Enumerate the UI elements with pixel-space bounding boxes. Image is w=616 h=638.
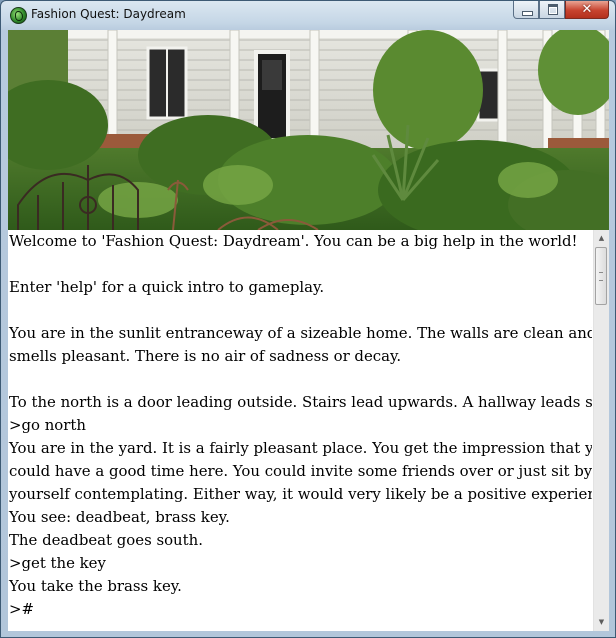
- output-line: You are in the sunlit entranceway of a s…: [9, 324, 592, 342]
- window-title: Fashion Quest: Daydream: [31, 7, 186, 21]
- game-client-area: Welcome to 'Fashion Quest: Daydream'. Yo…: [8, 30, 609, 631]
- window-controls: ✕: [513, 1, 609, 21]
- scrollbar-thumb[interactable]: [595, 247, 607, 305]
- close-button[interactable]: ✕: [565, 1, 609, 19]
- output-line: Enter 'help' for a quick intro to gamepl…: [9, 278, 325, 296]
- minimize-button[interactable]: [513, 1, 539, 19]
- output-line: yourself contemplating. Either way, it w…: [9, 485, 592, 503]
- output-line: smells pleasant. There is no air of sadn…: [9, 347, 402, 365]
- output-line: The deadbeat goes south.: [9, 531, 203, 549]
- output-line: To the north is a door leading outside. …: [9, 393, 592, 411]
- minimize-icon: [522, 11, 533, 16]
- maximize-icon: [548, 4, 558, 15]
- game-globe-icon[interactable]: [10, 7, 27, 24]
- output-line: Welcome to 'Fashion Quest: Daydream'. Yo…: [9, 232, 578, 250]
- game-window: Fashion Quest: Daydream ✕ Welcome to 'Fa…: [0, 0, 616, 638]
- house-porch-garden-image: [8, 30, 609, 230]
- scroll-up-arrow-icon[interactable]: ▲: [594, 230, 609, 247]
- output-line: You take the brass key.: [9, 577, 182, 595]
- output-line: You are in the yard. It is a fairly plea…: [9, 439, 592, 457]
- output-line: could have a good time here. You could i…: [9, 462, 592, 480]
- close-icon: ✕: [581, 2, 593, 17]
- command-line[interactable]: >#: [9, 598, 592, 621]
- vertical-scrollbar[interactable]: ▲ ▼: [593, 230, 609, 631]
- command-line: >get the key: [9, 554, 106, 572]
- game-transcript[interactable]: Welcome to 'Fashion Quest: Daydream'. Yo…: [8, 230, 592, 631]
- output-line: You see: deadbeat, brass key.: [9, 508, 230, 526]
- maximize-button[interactable]: [539, 1, 565, 19]
- title-bar[interactable]: Fashion Quest: Daydream ✕: [1, 1, 615, 29]
- scroll-down-arrow-icon[interactable]: ▼: [594, 614, 609, 631]
- command-line: >go north: [9, 416, 86, 434]
